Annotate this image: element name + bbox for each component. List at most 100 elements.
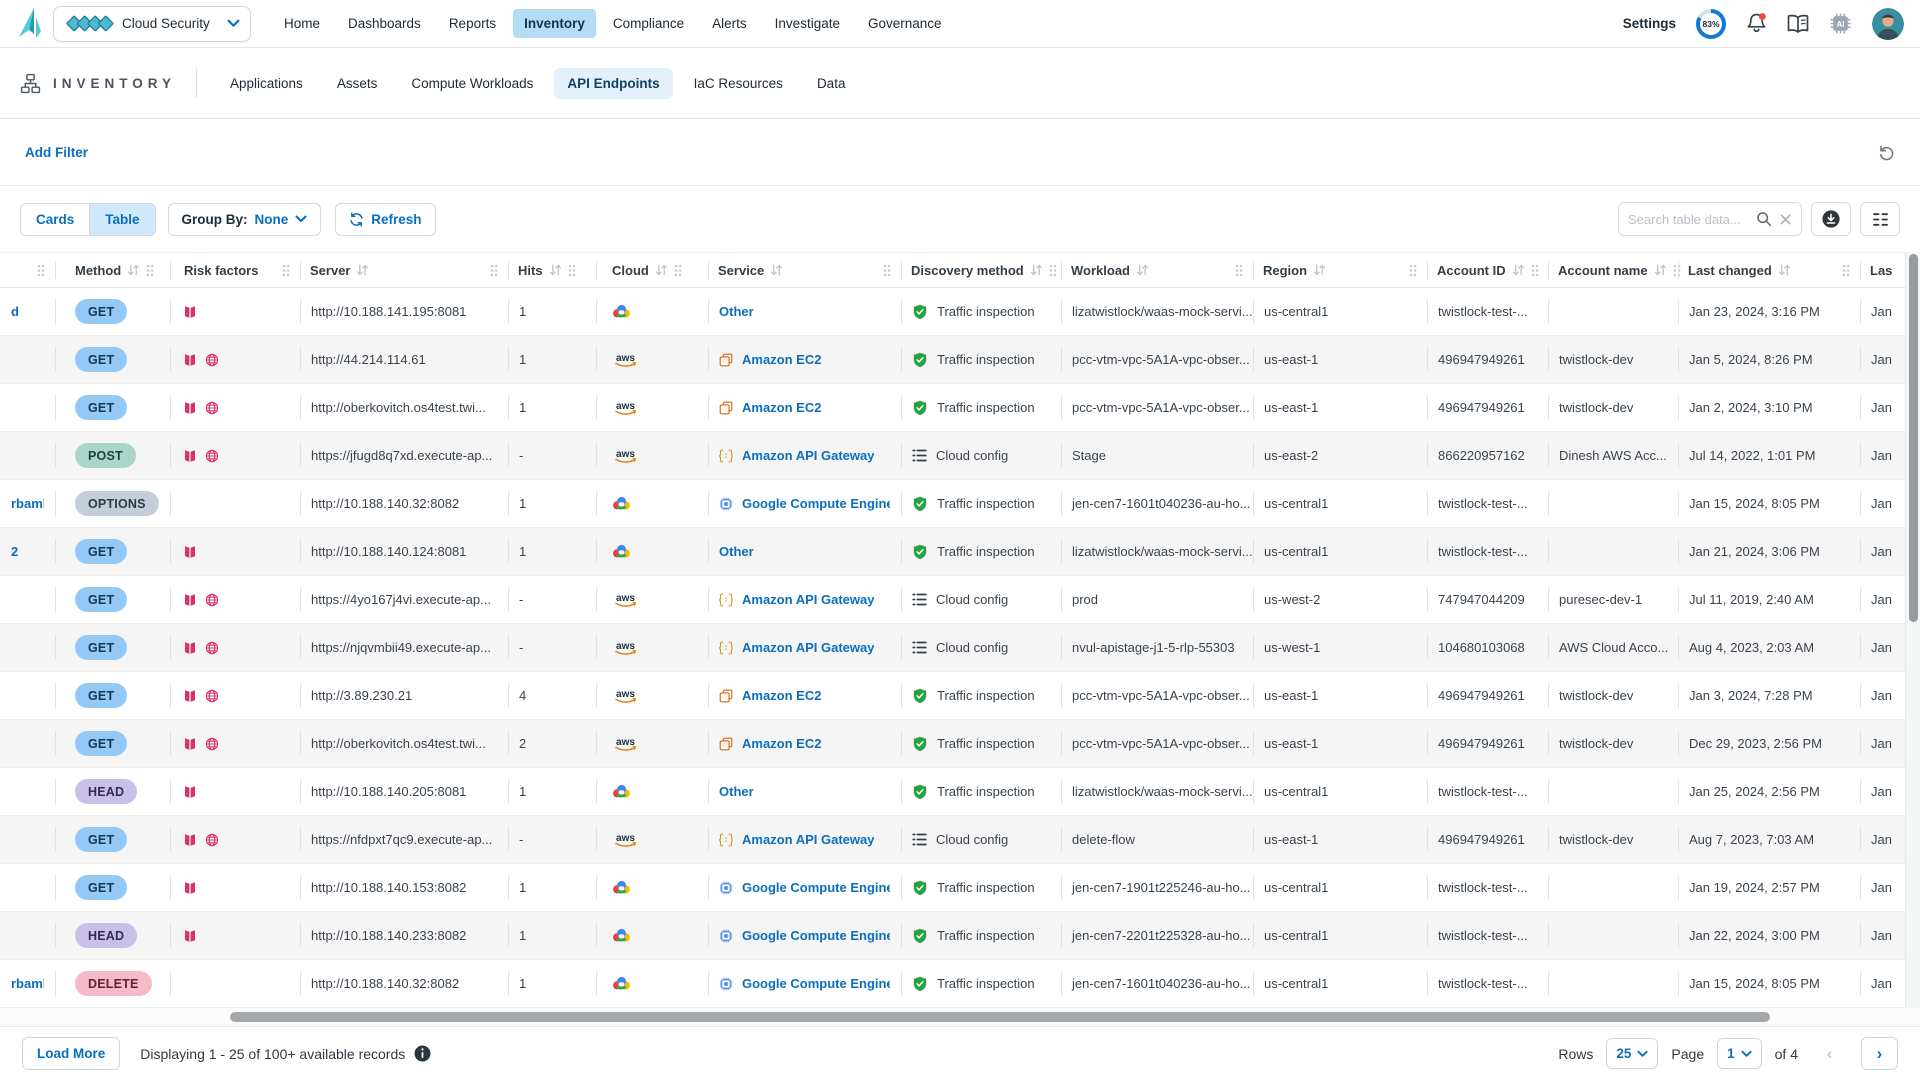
column-header-discovery-method[interactable]: Discovery method <box>901 253 1061 287</box>
service-link[interactable]: Amazon EC2 <box>742 736 821 751</box>
column-header-account-name[interactable]: Account name <box>1548 253 1678 287</box>
horizontal-scrollbar-thumb[interactable] <box>230 1012 1770 1022</box>
nav-item-governance[interactable]: Governance <box>857 9 953 38</box>
nav-item-dashboards[interactable]: Dashboards <box>337 9 432 38</box>
endpoint-link-cell[interactable]: rbamlv <box>0 480 55 527</box>
group-by-button[interactable]: Group By: None <box>168 203 322 236</box>
tab-compute-workloads[interactable]: Compute Workloads <box>398 68 546 99</box>
endpoint-link-cell[interactable] <box>0 720 55 767</box>
column-header-endpoint[interactable] <box>0 253 55 287</box>
table-row[interactable]: GEThttps://4yo167j4vi.execute-ap...-awsA… <box>0 576 1920 624</box>
nav-item-inventory[interactable]: Inventory <box>513 9 596 38</box>
drag-handle-icon[interactable] <box>1049 264 1057 277</box>
endpoint-link-cell[interactable] <box>0 864 55 911</box>
table-row[interactable]: POSThttps://jfugd8q7xd.execute-ap...-aws… <box>0 432 1920 480</box>
tab-assets[interactable]: Assets <box>324 68 391 99</box>
table-row[interactable]: GEThttp://44.214.114.611awsAmazon EC2Tra… <box>0 336 1920 384</box>
load-more-button[interactable]: Load More <box>22 1037 120 1070</box>
tab-data[interactable]: Data <box>804 68 859 99</box>
table-row[interactable]: rbamlvDELETEhttp://10.188.140.32:80821Go… <box>0 960 1920 1008</box>
download-button[interactable] <box>1811 202 1851 236</box>
endpoint-link-cell[interactable] <box>0 768 55 815</box>
drag-handle-icon[interactable] <box>1235 264 1243 277</box>
vertical-scrollbar[interactable] <box>1905 252 1920 1008</box>
table-row[interactable]: 2GEThttp://10.188.140.124:80811OtherTraf… <box>0 528 1920 576</box>
table-row[interactable]: HEADhttp://10.188.140.233:80821Google Co… <box>0 912 1920 960</box>
drag-handle-icon[interactable] <box>1409 264 1417 277</box>
column-header-risk-factors[interactable]: Risk factors <box>170 253 300 287</box>
column-header-service[interactable]: Service <box>708 253 901 287</box>
column-header-hits[interactable]: Hits <box>508 253 596 287</box>
endpoint-link[interactable]: rbamlv <box>11 976 44 991</box>
endpoint-link-cell[interactable] <box>0 432 55 479</box>
service-link[interactable]: Other <box>719 544 754 559</box>
endpoint-link-cell[interactable] <box>0 624 55 671</box>
service-link[interactable]: Google Compute Engine <box>742 880 890 895</box>
nav-item-home[interactable]: Home <box>273 9 331 38</box>
search-input[interactable] <box>1628 212 1749 227</box>
column-header-server[interactable]: Server <box>300 253 508 287</box>
service-link[interactable]: Google Compute Engine <box>742 976 890 991</box>
table-row[interactable]: GEThttp://oberkovitch.os4test.twi...1aws… <box>0 384 1920 432</box>
endpoint-link-cell[interactable] <box>0 576 55 623</box>
endpoint-link-cell[interactable] <box>0 912 55 959</box>
nav-item-reports[interactable]: Reports <box>438 9 507 38</box>
endpoint-link-cell[interactable] <box>0 384 55 431</box>
service-link[interactable]: Amazon API Gateway <box>742 640 874 655</box>
column-header-workload[interactable]: Workload <box>1061 253 1253 287</box>
cards-view-button[interactable]: Cards <box>21 204 89 235</box>
endpoint-link-cell[interactable]: rbamlv <box>0 960 55 1007</box>
service-link[interactable]: Amazon API Gateway <box>742 448 874 463</box>
nav-item-alerts[interactable]: Alerts <box>701 9 758 38</box>
endpoint-link-cell[interactable] <box>0 816 55 863</box>
drag-handle-icon[interactable] <box>1531 264 1539 277</box>
add-filter-button[interactable]: Add Filter <box>25 145 88 160</box>
refresh-button[interactable]: Refresh <box>335 203 435 236</box>
vertical-scrollbar-thumb[interactable] <box>1909 254 1918 622</box>
nav-item-investigate[interactable]: Investigate <box>764 9 851 38</box>
table-row[interactable]: GEThttp://oberkovitch.os4test.twi...2aws… <box>0 720 1920 768</box>
table-row[interactable]: GEThttps://njqvmbii49.execute-ap...-awsA… <box>0 624 1920 672</box>
tab-iac-resources[interactable]: IaC Resources <box>681 68 796 99</box>
product-switcher[interactable]: Cloud Security <box>53 6 251 42</box>
docs-book-icon[interactable] <box>1787 14 1809 34</box>
settings-link[interactable]: Settings <box>1623 16 1676 31</box>
drag-handle-icon[interactable] <box>883 264 891 277</box>
drag-handle-icon[interactable] <box>568 264 576 277</box>
nav-item-compliance[interactable]: Compliance <box>602 9 695 38</box>
service-link[interactable]: Amazon EC2 <box>742 400 821 415</box>
horizontal-scrollbar[interactable] <box>0 1008 1920 1026</box>
service-link[interactable]: Other <box>719 304 754 319</box>
drag-handle-icon[interactable] <box>1842 264 1850 277</box>
previous-page-button[interactable]: ‹ <box>1811 1037 1848 1070</box>
table-row[interactable]: HEADhttp://10.188.140.205:80811OtherTraf… <box>0 768 1920 816</box>
column-header-account-id[interactable]: Account ID <box>1427 253 1548 287</box>
endpoint-link-cell[interactable] <box>0 336 55 383</box>
tab-api-endpoints[interactable]: API Endpoints <box>554 68 672 99</box>
service-link[interactable]: Amazon EC2 <box>742 352 821 367</box>
service-link[interactable]: Amazon EC2 <box>742 688 821 703</box>
service-link[interactable]: Other <box>719 784 754 799</box>
page-select[interactable]: 1 <box>1717 1038 1762 1069</box>
service-link[interactable]: Amazon API Gateway <box>742 832 874 847</box>
table-row[interactable]: rbamlvOPTIONShttp://10.188.140.32:80821G… <box>0 480 1920 528</box>
table-row[interactable]: GEThttp://3.89.230.214awsAmazon EC2Traff… <box>0 672 1920 720</box>
endpoint-link-cell[interactable]: d <box>0 288 55 335</box>
reset-filters-icon[interactable] <box>1878 144 1895 161</box>
endpoint-link[interactable]: 2 <box>11 544 18 559</box>
column-settings-button[interactable] <box>1860 202 1900 236</box>
column-header-last-clipped[interactable]: Las <box>1860 253 1900 287</box>
endpoint-link-cell[interactable]: 2 <box>0 528 55 575</box>
endpoint-link[interactable]: rbamlv <box>11 496 44 511</box>
column-header-last-changed[interactable]: Last changed <box>1678 253 1860 287</box>
user-avatar[interactable] <box>1872 8 1904 40</box>
endpoint-link[interactable]: d <box>11 304 19 319</box>
ai-assistant-chip-icon[interactable]: AI <box>1829 12 1852 35</box>
table-view-button[interactable]: Table <box>89 204 154 235</box>
rows-per-page-select[interactable]: 25 <box>1606 1038 1658 1069</box>
service-link[interactable]: Google Compute Engine <box>742 496 890 511</box>
endpoint-link-cell[interactable] <box>0 672 55 719</box>
drag-handle-icon[interactable] <box>37 264 45 277</box>
tab-applications[interactable]: Applications <box>217 68 316 99</box>
next-page-button[interactable]: › <box>1861 1037 1898 1070</box>
